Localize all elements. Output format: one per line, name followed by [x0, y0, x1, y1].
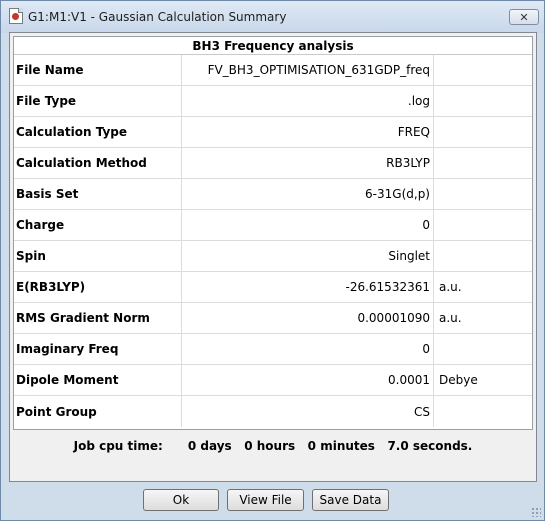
row-label: Spin [14, 241, 182, 271]
row-label: File Type [14, 86, 182, 116]
row-label: Calculation Type [14, 117, 182, 147]
table-row: Calculation Method RB3LYP [14, 148, 532, 179]
row-unit [434, 179, 532, 209]
row-unit: a.u. [439, 280, 462, 294]
close-button[interactable]: ✕ [509, 9, 539, 25]
row-unit [434, 241, 532, 271]
job-cpu-time: Job cpu time: 0 days 0 hours 0 minutes 7… [73, 439, 473, 453]
row-label: Basis Set [14, 179, 182, 209]
document-icon [9, 8, 23, 24]
row-unit [434, 86, 532, 116]
row-value: CS [182, 396, 434, 427]
row-value: 6-31G(d,p) [182, 179, 434, 209]
row-unit [434, 55, 532, 85]
view-file-button[interactable]: View File [227, 489, 304, 511]
row-value: 0 [182, 334, 434, 364]
row-label: E(RB3LYP) [14, 272, 182, 302]
row-unit [434, 334, 532, 364]
row-unit [434, 117, 532, 147]
table-row: Charge 0 [14, 210, 532, 241]
window-title: G1:M1:V1 - Gaussian Calculation Summary [28, 10, 287, 24]
table-row: RMS Gradient Norm 0.00001090 a.u. [14, 303, 532, 334]
save-data-button[interactable]: Save Data [312, 489, 389, 511]
row-value: Singlet [182, 241, 434, 271]
row-label: File Name [14, 55, 182, 85]
table-row: E(RB3LYP) -26.61532361 a.u. [14, 272, 532, 303]
row-unit [434, 210, 532, 240]
close-icon: ✕ [519, 10, 529, 24]
row-unit: a.u. [439, 311, 462, 325]
row-label: Imaginary Freq [14, 334, 182, 364]
row-value: .log [182, 86, 434, 116]
table-row: Imaginary Freq 0 [14, 334, 532, 365]
table-body: File Name FV_BH3_OPTIMISATION_631GDP_freq… [14, 55, 532, 427]
summary-table: BH3 Frequency analysis File Name FV_BH3_O… [13, 36, 533, 430]
row-label: Charge [14, 210, 182, 240]
table-row: File Type .log [14, 86, 532, 117]
row-unit: Debye [439, 373, 478, 387]
row-label: Point Group [14, 396, 182, 427]
row-value: 0.0001 [182, 365, 434, 395]
button-bar: Ok View File Save Data [1, 483, 544, 520]
row-value: -26.61532361 [182, 272, 434, 302]
table-row: Dipole Moment 0.0001 Debye [14, 365, 532, 396]
table-row: File Name FV_BH3_OPTIMISATION_631GDP_freq [14, 55, 532, 86]
row-unit [434, 148, 532, 178]
row-value: 0.00001090 [182, 303, 434, 333]
row-label: Dipole Moment [14, 365, 182, 395]
table-row: Point Group CS [14, 396, 532, 427]
table-row: Calculation Type FREQ [14, 117, 532, 148]
table-row: Basis Set 6-31G(d,p) [14, 179, 532, 210]
ok-button[interactable]: Ok [143, 489, 219, 511]
row-value: 0 [182, 210, 434, 240]
resize-grip-icon[interactable] [531, 507, 541, 517]
row-label: Calculation Method [14, 148, 182, 178]
row-value: RB3LYP [182, 148, 434, 178]
row-label: RMS Gradient Norm [14, 303, 182, 333]
summary-panel: BH3 Frequency analysis File Name FV_BH3_O… [9, 32, 537, 482]
table-header: BH3 Frequency analysis [14, 37, 532, 55]
gaussian-summary-window: G1:M1:V1 - Gaussian Calculation Summary … [0, 0, 545, 521]
table-row: Spin Singlet [14, 241, 532, 272]
row-value: FREQ [182, 117, 434, 147]
title-bar[interactable]: G1:M1:V1 - Gaussian Calculation Summary … [1, 1, 544, 33]
row-value: FV_BH3_OPTIMISATION_631GDP_freq [182, 55, 434, 85]
row-unit [434, 396, 532, 427]
